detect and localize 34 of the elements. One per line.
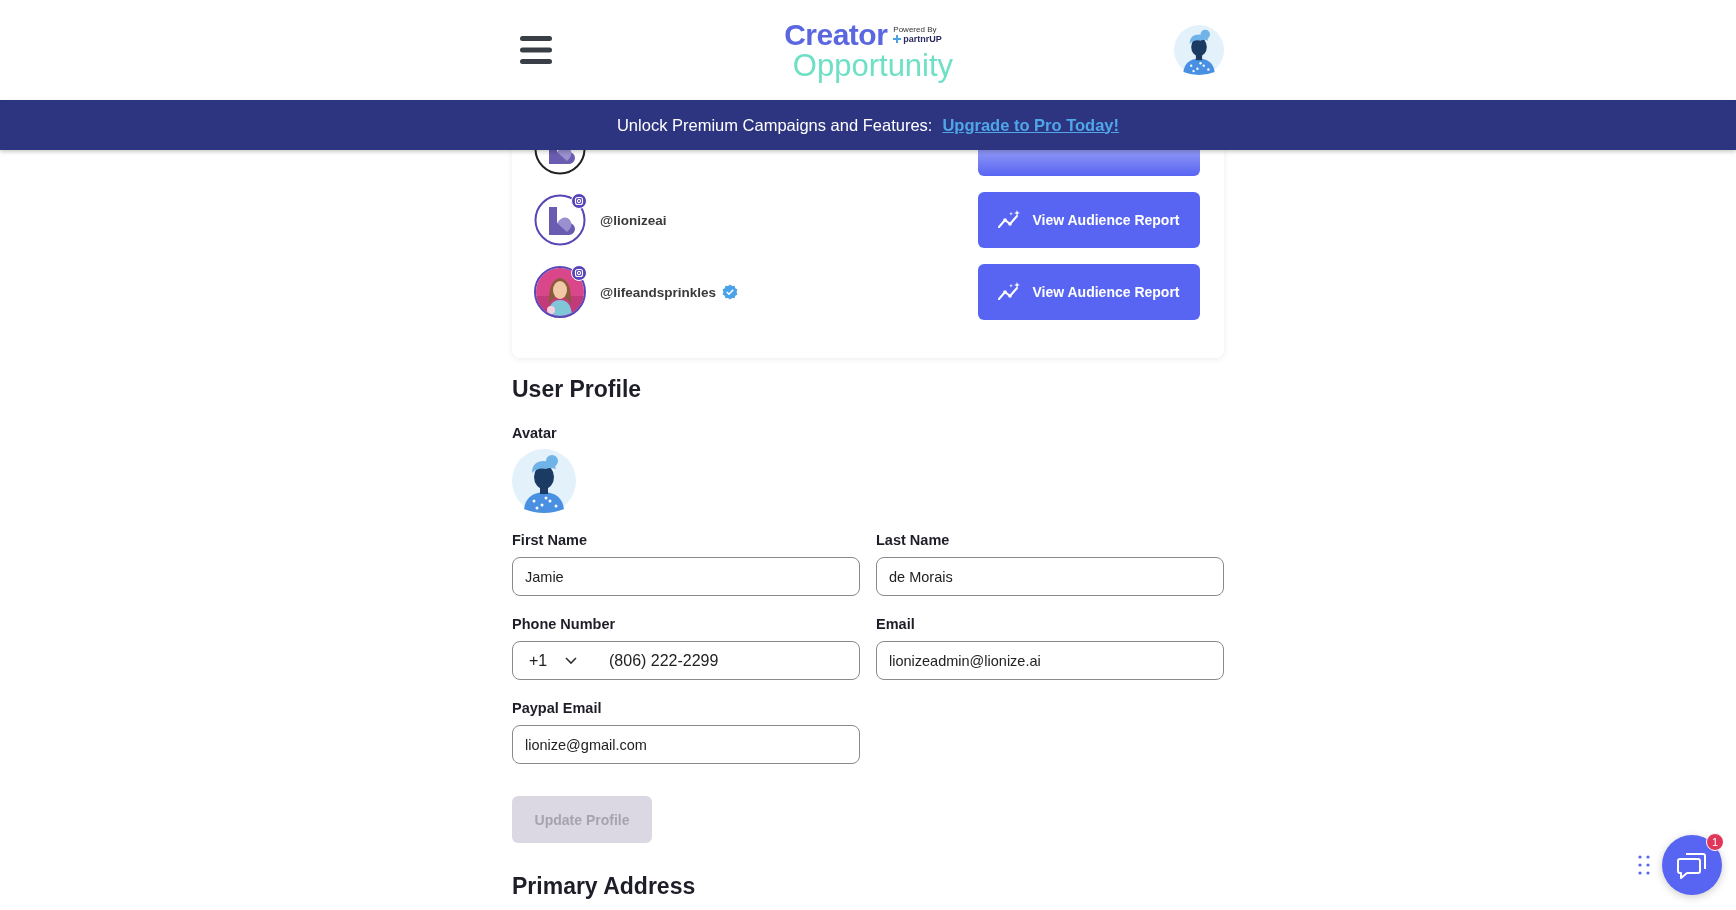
- country-code-select[interactable]: +1: [529, 651, 597, 670]
- logo-text: Creator: [784, 19, 888, 50]
- field-label: First Name: [512, 531, 588, 549]
- field-label: Paypal Email: [512, 699, 603, 717]
- field-label: Avatar: [512, 425, 558, 441]
- field-label: Email: [876, 615, 916, 633]
- avatar-upload[interactable]: [512, 449, 576, 513]
- notification-badge: 1: [1706, 833, 1724, 851]
- field-label: Last Name: [876, 531, 951, 549]
- upgrade-link[interactable]: Upgrade to Pro Today!: [942, 115, 1120, 135]
- logo-text: Opportunity: [792, 49, 954, 81]
- avatar-illustration: [512, 449, 576, 513]
- field-label: Phone Number: [512, 615, 617, 633]
- chevron-down-icon: [565, 656, 578, 665]
- chat-icon: [1677, 851, 1707, 879]
- audience-report-button[interactable]: View Audience Report: [978, 192, 1200, 248]
- text-field[interactable]: lionize@gmail.com: [512, 725, 860, 764]
- section-heading: User Profile: [512, 376, 643, 403]
- drag-handle-icon[interactable]: [1638, 855, 1650, 875]
- partner-logo: partnrUP: [893, 34, 942, 44]
- profile-avatar[interactable]: [1174, 25, 1224, 75]
- menu-icon[interactable]: [520, 36, 552, 64]
- phone-field[interactable]: +1 (806) 222-2299: [512, 641, 860, 680]
- section-heading: Primary Address: [512, 873, 697, 900]
- powered-by-text: Powered By: [893, 25, 938, 34]
- text-field[interactable]: de Morais: [876, 557, 1224, 596]
- account-handle: @lifeandsprinkles: [600, 284, 716, 300]
- promo-text: Unlock Premium Campaigns and Features:: [616, 115, 933, 135]
- account-handle: @lionizeai: [600, 212, 667, 228]
- audience-report-button[interactable]: View Audience Report: [978, 264, 1200, 320]
- text-field[interactable]: Jamie: [512, 557, 860, 596]
- logo: [534, 194, 586, 246]
- text-field[interactable]: lionizeadmin@lionize.ai: [876, 641, 1224, 680]
- chat-button[interactable]: 1: [1662, 835, 1722, 895]
